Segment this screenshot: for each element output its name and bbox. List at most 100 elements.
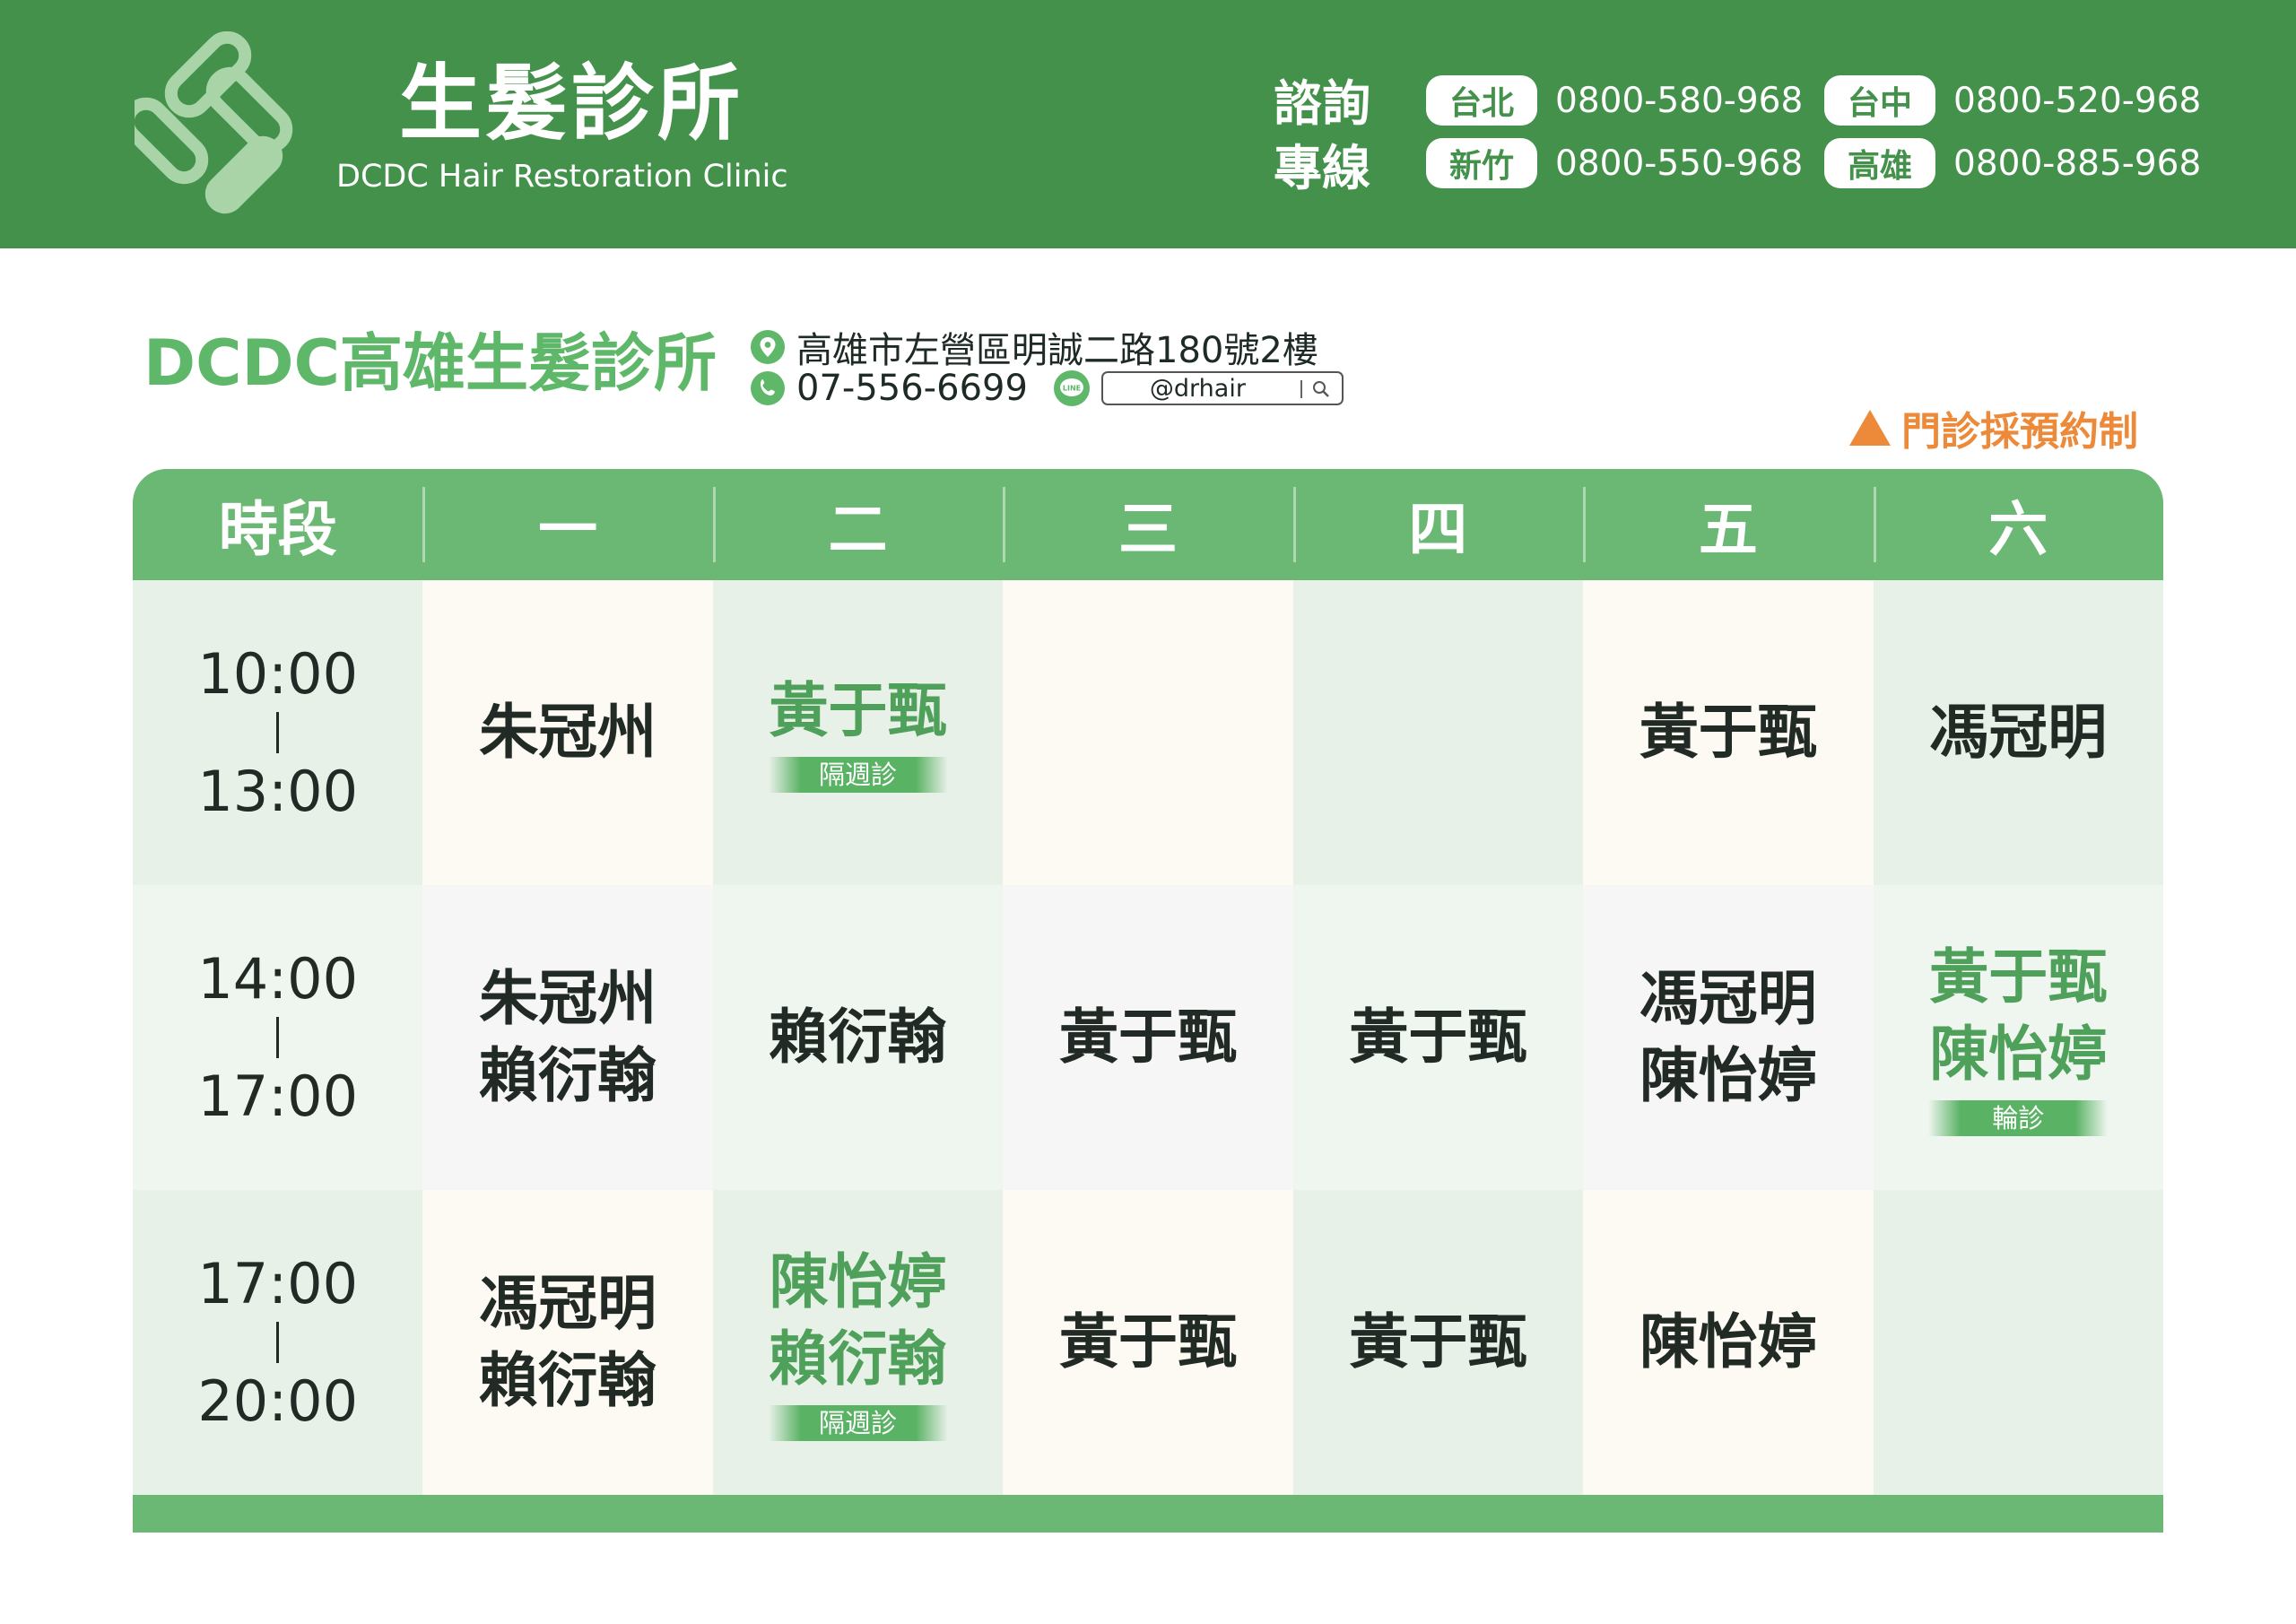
- doctor-name: 陳怡婷: [769, 1247, 947, 1317]
- doctor-name: 黃于甄: [769, 676, 947, 746]
- brand-subtitle: DCDC Hair Restoration Clinic: [336, 159, 788, 195]
- hotline-taipei[interactable]: 台北 0800-580-968: [1426, 75, 1803, 126]
- consult-label-line-2: 專線: [1274, 140, 1370, 196]
- time-range: 10:00 13:00: [197, 645, 358, 821]
- schedule-cell: 黃于甄 隔週診: [712, 580, 1004, 885]
- hotline-taichung[interactable]: 台中 0800-520-968: [1824, 75, 2201, 126]
- schedule-note-tag: 輪診: [1928, 1099, 2109, 1136]
- brand-title: 生髮診所: [399, 56, 744, 152]
- time-end: 17:00: [197, 1064, 359, 1129]
- hotline-number: 0800-885-968: [1953, 143, 2202, 184]
- line-id: @drhair: [1149, 374, 1246, 403]
- hotline-city-badge: 台中: [1824, 75, 1935, 126]
- doctor-name: 馮冠明: [479, 1269, 657, 1339]
- schedule-cell: 黃于甄: [1583, 580, 1874, 885]
- doctor-name: 朱冠州: [479, 964, 657, 1034]
- doctor-name: 賴衍翰: [479, 1041, 657, 1110]
- schedule-cell: [1292, 580, 1584, 885]
- doctor-name: 黃于甄: [1349, 1003, 1527, 1073]
- time-end: 20:00: [197, 1368, 359, 1434]
- line-app-icon: LINE: [1053, 370, 1090, 406]
- schedule-cell: 馮冠明 陳怡婷: [1583, 885, 1874, 1190]
- appointment-notice-text: 門診採預約制: [1901, 409, 2138, 455]
- header-saturday: 六: [1873, 469, 2163, 580]
- doctor-name: 賴衍翰: [769, 1324, 947, 1394]
- hotline-city-badge: 台北: [1426, 75, 1537, 126]
- doctor-name: 陳怡婷: [1639, 1041, 1817, 1110]
- header-banner: 生髮診所 DCDC Hair Restoration Clinic 諮詢 專線 …: [0, 0, 2296, 248]
- consult-label: 諮詢 專線: [1274, 72, 1399, 201]
- schedule-cell: [1003, 580, 1293, 885]
- schedule-cell: 朱冠州: [422, 580, 713, 885]
- schedule-table: 時段 一 二 三 四 五 六 10:00 13:00 朱冠州 黃于甄 隔週診 黃于…: [133, 469, 2163, 1533]
- hotline-hsinchu[interactable]: 新竹 0800-550-968: [1426, 138, 1803, 188]
- schedule-cell: 黃于甄: [1292, 1190, 1584, 1495]
- doctor-name: 賴衍翰: [479, 1346, 657, 1415]
- time-slot-cell: 17:00 20:00: [133, 1190, 423, 1495]
- time-start: 10:00: [197, 640, 359, 707]
- header-time-slot: 時段: [218, 495, 337, 564]
- clinic-address-row: 高雄市左營區明誠二路180號2樓: [750, 321, 1318, 373]
- header-friday: 五: [1583, 469, 1873, 580]
- location-pin-icon: [751, 330, 785, 364]
- schedule-cell: 馮冠明 賴衍翰: [422, 1190, 713, 1495]
- header-thursday: 四: [1292, 469, 1583, 580]
- schedule-header-row: 時段 一 二 三 四 五 六: [133, 469, 2163, 580]
- time-range: 17:00 20:00: [197, 1255, 358, 1430]
- schedule-cell: 賴衍翰: [712, 885, 1004, 1190]
- doctor-name: 馮冠明: [1929, 698, 2108, 768]
- schedule-cell: [1873, 1190, 2163, 1495]
- time-divider: [276, 712, 280, 753]
- schedule-cell: 朱冠州 賴衍翰: [422, 885, 713, 1190]
- schedule-note-tag: 隔週診: [768, 1404, 948, 1441]
- doctor-name: 賴衍翰: [769, 1003, 947, 1073]
- time-range: 14:00 17:00: [197, 950, 358, 1125]
- header-tuesday: 二: [712, 469, 1003, 580]
- schedule-note-tag: 隔週診: [768, 756, 948, 793]
- hotline-city-badge: 高雄: [1824, 138, 1935, 188]
- hotline-city-badge: 新竹: [1426, 138, 1537, 188]
- clinic-phone[interactable]: 07-556-6699: [796, 368, 1028, 409]
- doctor-name: 黃于甄: [1929, 942, 2108, 1012]
- doctor-name: 黃于甄: [1639, 698, 1817, 768]
- time-divider: [276, 1322, 280, 1363]
- warning-triangle-icon: [1849, 410, 1891, 446]
- clinic-name: DCDC高雄生髮診所: [144, 326, 717, 400]
- header-monday: 一: [422, 469, 712, 580]
- schedule-cell: 黃于甄: [1003, 885, 1293, 1190]
- schedule-cell: 黃于甄: [1003, 1190, 1293, 1495]
- time-slot-cell: 14:00 17:00: [133, 885, 423, 1190]
- table-row: 17:00 20:00 馮冠明 賴衍翰 陳怡婷 賴衍翰 隔週診 黃于甄 黃于甄 陳怡婷: [133, 1190, 2163, 1495]
- schedule-cell: 黃于甄: [1292, 885, 1584, 1190]
- time-start: 14:00: [197, 945, 359, 1012]
- hotline-number: 0800-520-968: [1953, 80, 2202, 121]
- doctor-name: 陳怡婷: [1639, 1307, 1817, 1377]
- clinic-address: 高雄市左營區明誠二路180號2樓: [796, 330, 1318, 371]
- hotline-kaohsiung[interactable]: 高雄 0800-885-968: [1824, 138, 2201, 188]
- doctor-name: 黃于甄: [1349, 1307, 1527, 1377]
- table-row: 14:00 17:00 朱冠州賴衍翰 賴衍翰 黃于甄 黃于甄 馮冠明 陳怡婷 黃于…: [133, 885, 2163, 1190]
- consult-label-line-1: 諮詢: [1274, 75, 1370, 132]
- schedule-cell: 馮冠明: [1873, 580, 2163, 885]
- doctor-name: 黃于甄: [1058, 1307, 1237, 1377]
- schedule-cell: 黃于甄 陳怡婷 輪診: [1873, 885, 2163, 1190]
- time-slot-cell: 10:00 13:00: [133, 580, 423, 885]
- schedule-cell: 陳怡婷: [1583, 1190, 1874, 1495]
- schedule-footer-bar: [133, 1495, 2163, 1533]
- hotline-number: 0800-580-968: [1555, 80, 1804, 121]
- appointment-notice: 門診採預約制: [1848, 399, 2138, 456]
- header-wednesday: 三: [1003, 469, 1292, 580]
- search-icon: [1312, 381, 1329, 397]
- doctor-name: 朱冠州: [479, 698, 657, 768]
- hotline-number: 0800-550-968: [1555, 143, 1804, 184]
- time-end: 13:00: [197, 759, 359, 824]
- table-row: 10:00 13:00 朱冠州 黃于甄隔週診 黃于甄 馮冠明: [133, 580, 2163, 885]
- line-id-search-box[interactable]: @drhair: [1100, 371, 1344, 405]
- doctor-name: 黃于甄: [1058, 1003, 1237, 1073]
- doctor-name: 陳怡婷: [1929, 1020, 2108, 1089]
- line-icon-text: LINE: [1063, 385, 1081, 393]
- time-divider: [276, 1017, 280, 1058]
- clinic-contact-row: 07-556-6699 LINE @drhair: [750, 368, 1344, 409]
- schedule-cell: 陳怡婷 賴衍翰 隔週診: [712, 1190, 1004, 1495]
- phone-icon: [751, 371, 785, 405]
